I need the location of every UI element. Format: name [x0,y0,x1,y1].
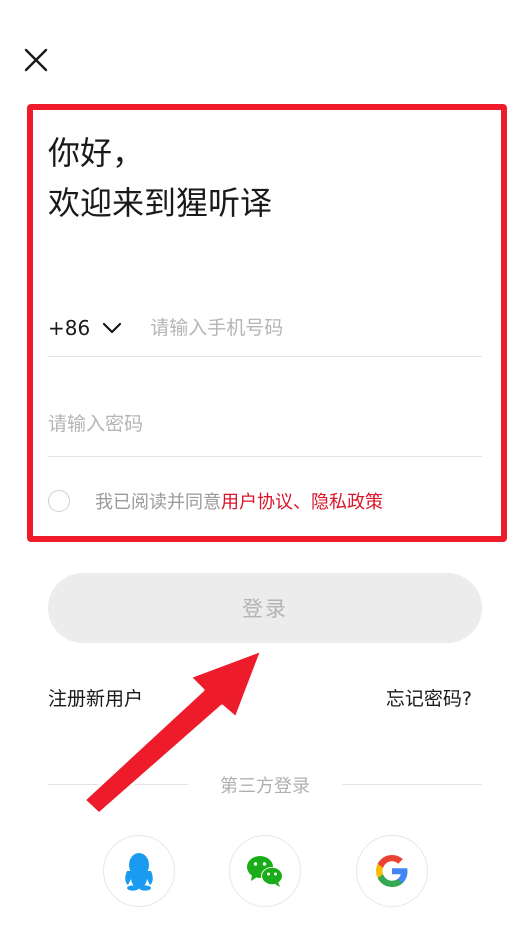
third-party-label: 第三方登录 [220,776,310,797]
qq-icon [125,853,153,891]
greeting: 你好， 欢迎来到猩听译 [48,128,272,228]
login-button[interactable]: 登录 [48,573,482,643]
country-code-value: +86 [48,316,91,340]
password-row [48,392,482,457]
agreement-checkbox[interactable] [48,490,70,512]
wechat-icon [247,856,283,887]
agreement-row: 我已阅读并同意 用户协议、隐私政策 [48,488,383,514]
google-login-button[interactable] [356,835,428,907]
phone-input[interactable] [150,317,482,339]
qq-login-button[interactable] [103,835,175,907]
close-icon [24,48,48,72]
chevron-down-icon [103,322,122,334]
country-code-selector[interactable]: +86 [48,316,122,340]
privacy-policy-link[interactable]: 隐私政策 [311,488,383,514]
agreement-prefix: 我已阅读并同意 [95,492,221,513]
divider-right [342,784,482,785]
close-button[interactable] [20,44,52,76]
greeting-line-2: 欢迎来到猩听译 [48,184,273,222]
divider-left [48,784,188,785]
greeting-line-1: 你好， [48,134,145,172]
google-icon [376,855,408,887]
forgot-password-link[interactable]: 忘记密码? [386,684,472,711]
wechat-login-button[interactable] [229,835,301,907]
agreement-separator: 、 [293,492,311,513]
phone-row: +86 [48,300,482,357]
user-agreement-link[interactable]: 用户协议 [221,488,293,514]
register-link[interactable]: 注册新用户 [48,684,143,711]
password-input[interactable] [48,413,482,435]
